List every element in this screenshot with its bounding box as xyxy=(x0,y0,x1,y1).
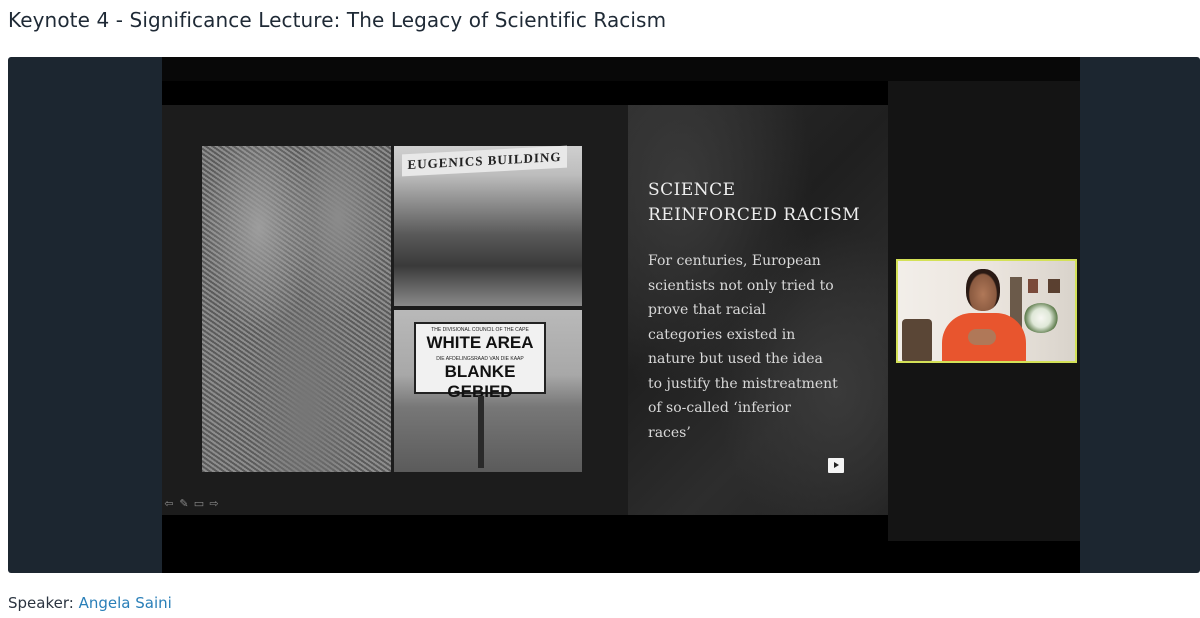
speaker-credit: Speaker: Angela Saini xyxy=(8,594,172,612)
slide-body-text: For centuries, European scientists not o… xyxy=(648,253,838,441)
eugenics-building-sign: EUGENICS BUILDING xyxy=(402,145,567,177)
next-arrow-icon[interactable]: ⇨ xyxy=(207,497,221,511)
white-area-sign: THE DIVISIONAL COUNCIL OF THE CAPE WHITE… xyxy=(414,322,546,401)
video-player[interactable]: EUGENICS BUILDING THE DIVISIONAL COUNCIL… xyxy=(8,57,1200,573)
cam-picture-frame xyxy=(1028,279,1038,293)
speaker-label: Speaker: xyxy=(8,594,74,612)
white-area-sign-photo: THE DIVISIONAL COUNCIL OF THE CAPE WHITE… xyxy=(394,310,582,472)
video-top-band xyxy=(162,57,1080,81)
soldiers-illustration-image xyxy=(202,146,391,472)
prev-arrow-icon[interactable]: ⇦ xyxy=(162,497,176,511)
speaker-head xyxy=(966,269,1000,311)
cam-picture-frame xyxy=(1048,279,1060,293)
menu-icon[interactable]: ▭ xyxy=(192,497,206,511)
slide-play-icon[interactable] xyxy=(828,458,844,473)
slide-text-panel: SCIENCE REINFORCED RACISM For centuries,… xyxy=(628,105,888,515)
cam-flowers xyxy=(1023,303,1059,333)
speaker-hands xyxy=(968,329,996,345)
page-title: Keynote 4 - Significance Lecture: The Le… xyxy=(8,8,667,32)
slide-heading: SCIENCE REINFORCED RACISM xyxy=(648,180,861,225)
slide-controls: ⇦ ✎ ▭ ⇨ xyxy=(162,497,221,511)
pen-icon[interactable]: ✎ xyxy=(177,497,191,511)
presentation-slide: EUGENICS BUILDING THE DIVISIONAL COUNCIL… xyxy=(162,105,888,515)
sign-white-area-text: WHITE AREA xyxy=(426,333,534,352)
speaker-name-link[interactable]: Angela Saini xyxy=(79,594,172,612)
cam-chair xyxy=(902,319,932,361)
sign-pole xyxy=(478,396,484,468)
eugenics-building-photo: EUGENICS BUILDING xyxy=(394,145,582,306)
speaker-webcam[interactable] xyxy=(896,259,1077,363)
